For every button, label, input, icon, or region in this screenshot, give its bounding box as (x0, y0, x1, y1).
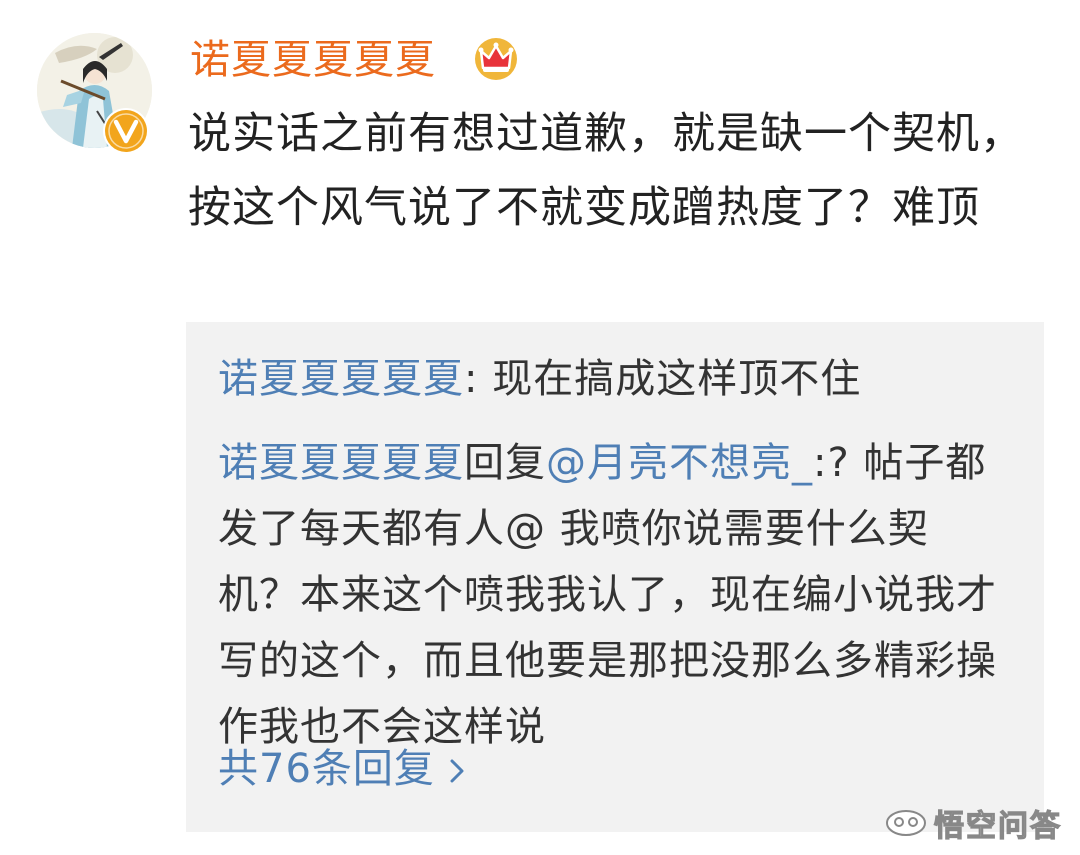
reply-separator: : (464, 356, 493, 402)
username[interactable]: 诺夏夏夏夏夏 (190, 32, 436, 88)
reply-action: 回复 (464, 440, 546, 486)
reply-author[interactable]: 诺夏夏夏夏夏 (218, 356, 464, 402)
reply-item: 诺夏夏夏夏夏: 现在搞成这样顶不住 (218, 346, 1018, 412)
wukong-logo-icon (886, 810, 926, 836)
reply-author[interactable]: 诺夏夏夏夏夏 (218, 440, 464, 486)
watermark: 悟空问答 (884, 803, 1062, 845)
total-replies-label: 共76条回复 (218, 746, 435, 792)
verified-badge (103, 108, 149, 154)
comment-text: 说实话之前有想过道歉，就是缺一个契机，按这个风气说了不就变成蹭热度了？难顶 (188, 109, 1024, 233)
watermark-text: 悟空问答 (933, 808, 1062, 844)
reply-mention[interactable]: @月亮不想亮_ (546, 440, 813, 486)
reply-separator: : (813, 440, 828, 486)
reply-text: ? 帖子都发了每天都有人@ 我喷你说需要什么契机？本来这个喷我我认了，现在编小说… (218, 440, 997, 750)
reply-item: 诺夏夏夏夏夏回复@月亮不想亮_:? 帖子都发了每天都有人@ 我喷你说需要什么契机… (218, 430, 1008, 760)
chevron-right-icon (450, 759, 464, 783)
crown-icon (475, 38, 517, 80)
total-replies-link[interactable]: 共76条回复 (218, 736, 465, 802)
reply-text: 现在搞成这样顶不住 (492, 356, 862, 402)
reply-box: 诺夏夏夏夏夏: 现在搞成这样顶不住 诺夏夏夏夏夏回复@月亮不想亮_:? 帖子都发… (186, 322, 1044, 832)
verified-v-icon (105, 110, 147, 152)
